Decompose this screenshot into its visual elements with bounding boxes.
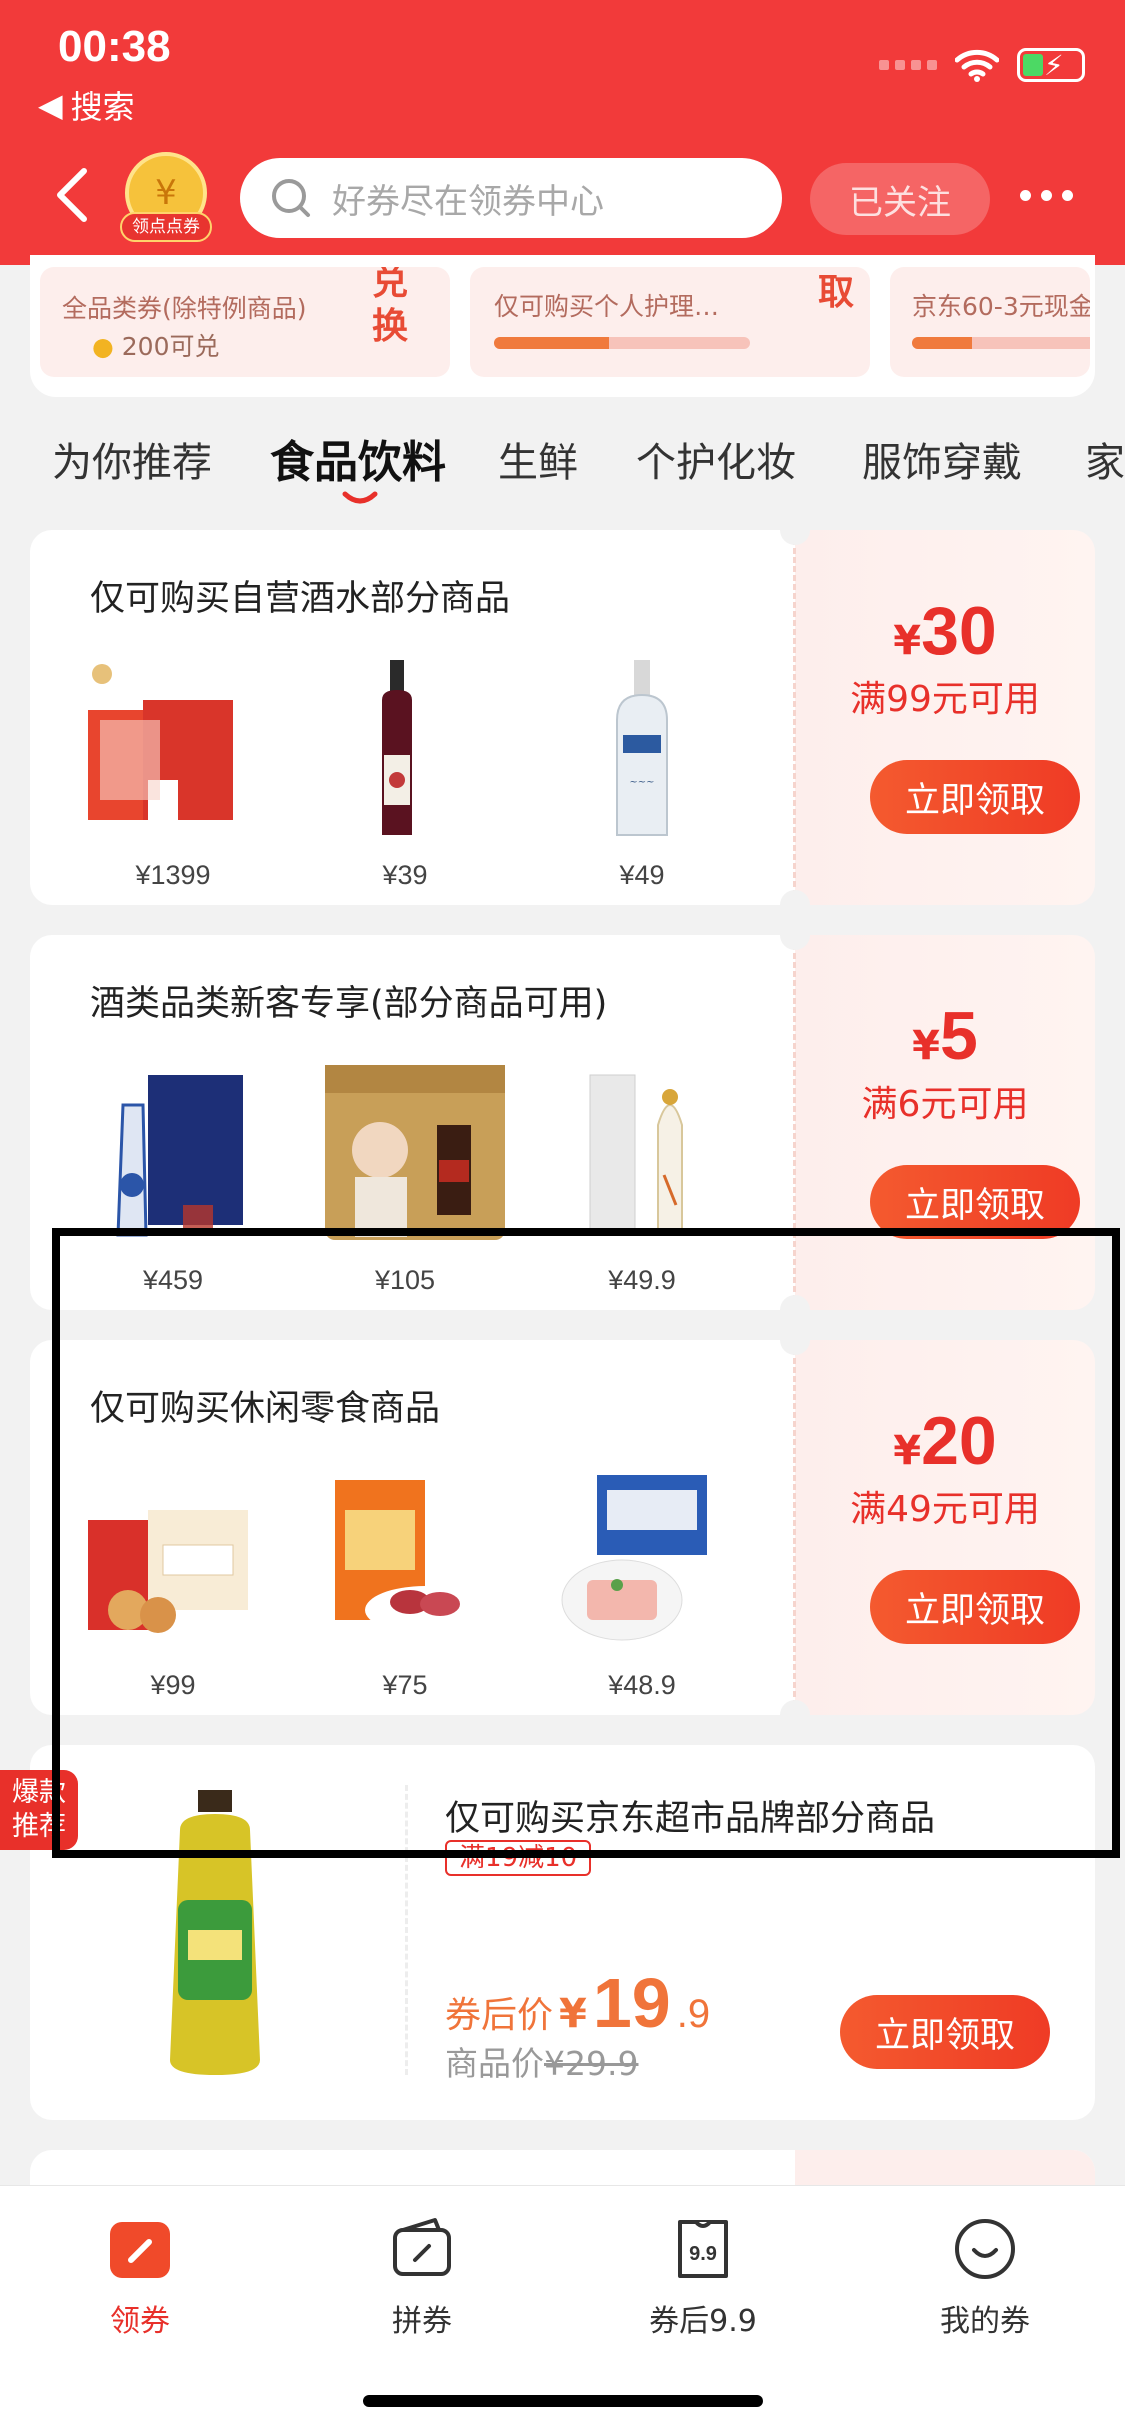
coupon-title: 仅可购买自营酒水部分商品: [90, 579, 511, 619]
tab-personal-care[interactable]: 个护化妆: [636, 430, 796, 488]
nav-label: 拼券: [392, 2304, 452, 2339]
back-app-label: 搜索: [70, 88, 135, 126]
exchange-card-3-progress: [912, 337, 1090, 349]
back-chevron-icon[interactable]: [52, 165, 92, 225]
header-bar: 00:38 ◀ 搜索 ⚡ ¥ 领点点券 好券尽在领券中心 已关注: [0, 0, 1125, 265]
status-icons: ⚡: [879, 48, 1085, 82]
points-coupon-badge[interactable]: ¥ 领点点券: [120, 152, 212, 244]
product-image-liquor-gift-box[interactable]: [88, 660, 258, 840]
signal-icon: [879, 60, 937, 70]
follow-button[interactable]: 已关注: [810, 163, 990, 235]
nav-item-group-coupons[interactable]: 拼券: [322, 2216, 522, 2340]
nav-item-my-coupons[interactable]: 我的券: [885, 2216, 1085, 2340]
nav-item-after-coupon-99[interactable]: 9.9 券后9.9: [603, 2216, 803, 2340]
wallet-icon: [393, 2218, 451, 2276]
nav-item-get-coupons[interactable]: 领券: [40, 2216, 240, 2340]
active-tab-indicator: [342, 491, 378, 504]
coupon-card: 仅可购买自营酒水部分商品 ~~~ ¥1399 ¥39 ¥49 ¥30 满99元可…: [30, 515, 1095, 920]
after-coupon-price: 券后价 ¥ 19.9: [445, 1964, 711, 2042]
product-image-johnnie-walker[interactable]: [325, 1065, 505, 1245]
product-image-baijiu-blue[interactable]: [88, 1065, 258, 1245]
product-price: ¥1399: [135, 860, 211, 890]
exchange-card-2-action[interactable]: 取: [818, 267, 854, 315]
claim-coupon-button[interactable]: 立即领取: [840, 1995, 1050, 2069]
home-indicator: [363, 2395, 763, 2407]
ticket-99-icon: 9.9: [678, 2220, 728, 2278]
back-arrow-small-icon: ◀: [38, 86, 63, 124]
exchange-strip: 全品类券(除特例商品) ● 200可兑 兑换 仅可购买个人护理… 取 京东60-…: [30, 255, 1095, 397]
coupon-value-panel: ¥30 满99元可用 立即领取: [793, 530, 1095, 905]
exchange-card-2-desc: 仅可购买个人护理…: [494, 292, 720, 321]
battery-icon: ⚡: [1017, 48, 1085, 82]
coupon-amount: ¥30: [893, 593, 997, 669]
status-time: 00:38: [58, 22, 171, 71]
coupon-title: 酒类品类新客专享(部分商品可用): [90, 984, 608, 1024]
exchange-card-1-action[interactable]: 兑换: [372, 267, 412, 349]
nav-label: 领券: [110, 2304, 170, 2339]
original-price: 商品价¥29.9: [445, 2044, 639, 2083]
coupon-condition: 满6元可用: [861, 1084, 1029, 1125]
tab-recommend[interactable]: 为你推荐: [52, 430, 212, 488]
highlight-frame: [52, 1228, 1120, 1858]
svg-text:~~~: ~~~: [629, 777, 654, 788]
exchange-card-3[interactable]: 京东60-3元现金: [890, 267, 1090, 377]
exchange-card-1-desc: 全品类券(除特例商品): [62, 294, 307, 323]
coin-label: 领点点券: [120, 212, 212, 242]
exchange-card-3-desc: 京东60-3元现金: [912, 292, 1090, 321]
product-price: ¥49: [619, 860, 665, 890]
nav-label: 我的券: [940, 2304, 1030, 2339]
tab-fresh[interactable]: 生鲜: [498, 430, 578, 488]
product-image-baijiu-white[interactable]: [570, 1065, 740, 1245]
more-icon[interactable]: [1020, 190, 1073, 201]
exchange-card-1-points: ● 200可兑: [92, 332, 220, 361]
search-placeholder: 好券尽在领券中心: [332, 181, 604, 222]
tab-home[interactable]: 家: [1085, 430, 1125, 488]
claim-coupon-button[interactable]: 立即领取: [870, 760, 1080, 834]
exchange-card-2[interactable]: 仅可购买个人护理… 取: [470, 267, 870, 377]
svg-text:9.9: 9.9: [689, 2243, 717, 2265]
product-image-vodka[interactable]: ~~~: [557, 660, 727, 840]
exchange-card-2-progress: [494, 337, 750, 349]
tab-apparel[interactable]: 服饰穿戴: [862, 430, 1022, 488]
product-image-red-wine[interactable]: [320, 660, 490, 840]
exchange-card-1[interactable]: 全品类券(除特例商品) ● 200可兑 兑换: [40, 267, 450, 377]
search-icon: [272, 179, 310, 217]
category-tabs: 为你推荐 食品饮料 生鲜 个护化妆 服饰穿戴 家: [0, 430, 1125, 500]
smile-icon: [955, 2219, 1015, 2279]
coupon-icon: [110, 2222, 170, 2278]
tab-food-drinks[interactable]: 食品饮料: [270, 430, 446, 490]
coupon-condition: 满99元可用: [850, 679, 1040, 720]
back-to-app[interactable]: ◀ 搜索: [38, 82, 135, 128]
product-price: ¥39: [382, 860, 428, 890]
coupon-products-panel[interactable]: 仅可购买自营酒水部分商品 ~~~ ¥1399 ¥39 ¥49: [30, 530, 795, 905]
wifi-icon: [955, 49, 999, 82]
coupon-amount: ¥5: [912, 998, 978, 1074]
nav-label: 券后9.9: [649, 2304, 757, 2339]
search-input[interactable]: 好券尽在领券中心: [240, 158, 782, 238]
